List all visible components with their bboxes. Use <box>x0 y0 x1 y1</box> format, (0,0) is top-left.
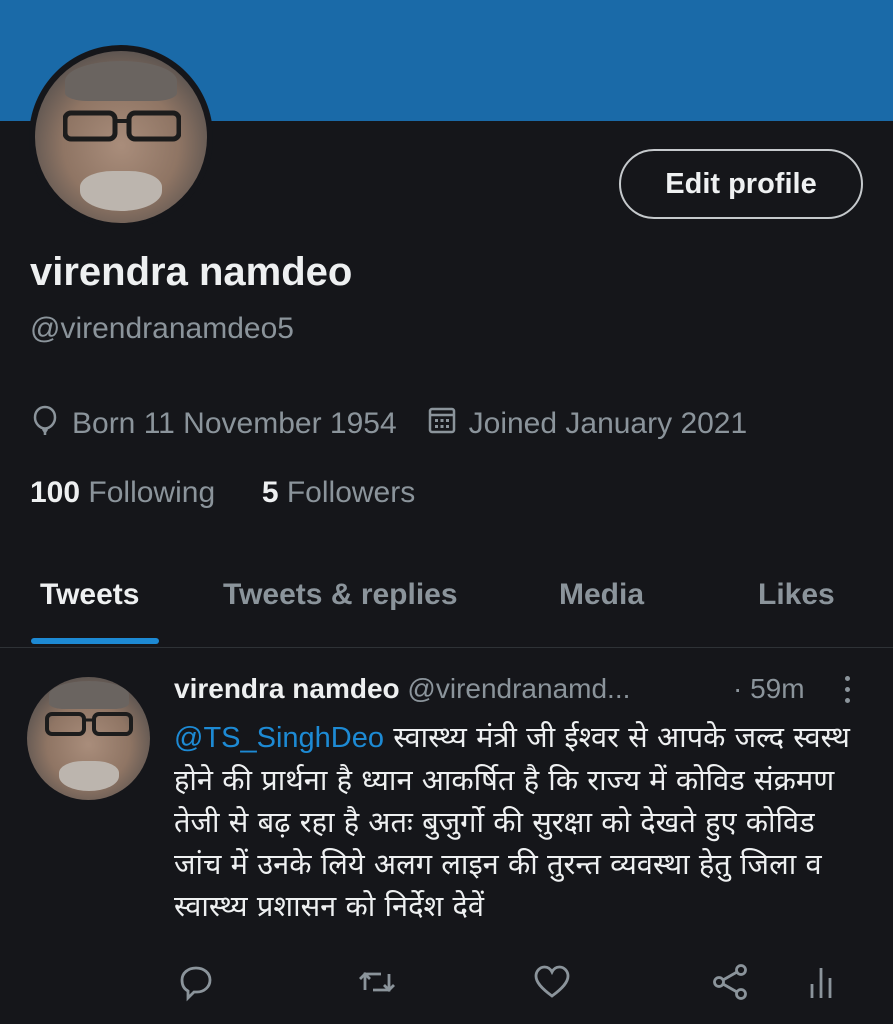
profile-handle: @virendranamdeo5 <box>30 312 294 345</box>
heart-icon[interactable] <box>533 962 571 1007</box>
profile-tabs: Tweets Tweets & replies Media Likes <box>0 572 893 648</box>
tab-media[interactable]: Media <box>559 578 644 612</box>
reply-icon[interactable] <box>178 962 214 1007</box>
born-date: Born 11 November 1954 <box>72 407 397 440</box>
profile-name: virendra namdeo <box>30 250 353 294</box>
tab-likes[interactable]: Likes <box>758 578 835 612</box>
tweet-author-name[interactable]: virendra namdeo <box>174 673 400 704</box>
following-count: 100 <box>30 476 81 509</box>
tweet-author-handle[interactable]: @virendranamd... <box>407 673 630 704</box>
tweet-text: @TS_SinghDeo स्वास्थ्य मंत्री जी ईश्वर स… <box>174 716 864 927</box>
more-vertical-icon[interactable] <box>842 676 852 706</box>
tweet-actions <box>0 962 893 1006</box>
avatar-photo <box>35 51 207 223</box>
active-tab-indicator <box>31 638 159 644</box>
tab-tweets-replies[interactable]: Tweets & replies <box>223 578 458 612</box>
joined-date: Joined January 2021 <box>468 407 748 440</box>
tweet-header: virendra namdeo @virendranamd... <box>174 673 630 705</box>
calendar-icon <box>427 405 469 443</box>
tweet-avatar[interactable] <box>27 677 150 800</box>
followers-link[interactable]: 5 Followers <box>262 476 415 509</box>
share-icon[interactable] <box>711 962 749 1007</box>
retweet-icon[interactable] <box>357 962 397 1007</box>
tab-tweets[interactable]: Tweets <box>40 578 139 612</box>
balloon-icon <box>30 404 72 444</box>
profile-avatar[interactable] <box>29 45 213 229</box>
analytics-icon[interactable] <box>807 962 835 1007</box>
edit-profile-button[interactable]: Edit profile <box>619 149 863 219</box>
followers-label: Followers <box>286 476 416 509</box>
followers-count: 5 <box>261 476 279 509</box>
tweet-time[interactable]: · 59m <box>733 673 805 705</box>
profile-meta: Born 11 November 1954 Joined January 202… <box>30 404 747 444</box>
following-label: Following <box>88 476 216 509</box>
follow-counts: 100 Following 5 Followers <box>30 476 415 510</box>
following-link[interactable]: 100 Following <box>30 476 215 509</box>
tweet-mention[interactable]: @TS_SinghDeo <box>174 722 384 754</box>
divider <box>0 647 893 648</box>
